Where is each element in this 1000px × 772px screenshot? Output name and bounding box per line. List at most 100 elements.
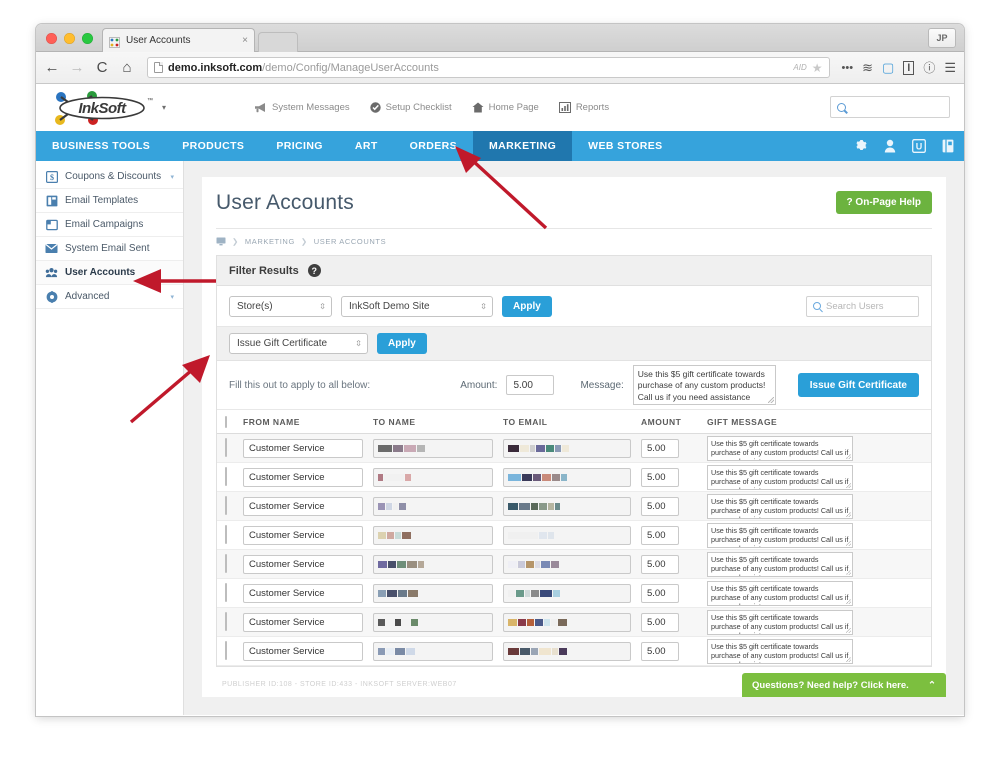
bookmark-star-icon[interactable]: ★ [812, 61, 823, 75]
new-tab-button[interactable] [258, 32, 298, 52]
sidebar-item-advanced[interactable]: Advanced ▾ [36, 285, 183, 309]
help-chat-bar[interactable]: Questions? Need help? Click here. ⌃ [742, 673, 946, 697]
util-reports[interactable]: Reports [558, 102, 609, 113]
table-row[interactable]: Customer Service 5.00 Use this $5 gift cer… [217, 549, 931, 579]
gift-message-textarea[interactable]: Use this $5 gift certificate towards pur… [707, 580, 853, 606]
chevron-down-icon[interactable]: ▾ [170, 173, 174, 181]
table-row[interactable]: Customer Service 5.00 Use this $5 gift cer… [217, 462, 931, 492]
help-icon[interactable]: ? [307, 264, 321, 277]
sidebar-item-email-templates[interactable]: Email Templates [36, 189, 183, 213]
minimize-window-button[interactable] [64, 33, 75, 44]
to-name-input[interactable] [373, 612, 493, 632]
to-name-input[interactable] [373, 525, 493, 545]
to-email-input[interactable] [503, 641, 631, 661]
table-row[interactable]: Customer Service 5.00 Use this $5 gift cer… [217, 636, 931, 666]
to-email-input[interactable] [503, 525, 631, 545]
close-tab-icon[interactable]: × [242, 35, 248, 46]
to-name-input[interactable] [373, 641, 493, 661]
extension-frame-icon[interactable]: ▢ [882, 60, 894, 76]
table-row[interactable]: Customer Service 5.00 Use this $5 gift cer… [217, 607, 931, 637]
maximize-window-button[interactable] [82, 33, 93, 44]
gift-message-textarea[interactable]: Use this $5 gift certificate towards pur… [707, 609, 853, 635]
amount-input[interactable]: 5.00 [641, 641, 679, 661]
search-users-box[interactable]: Search Users [806, 295, 919, 317]
row-checkbox[interactable] [225, 641, 227, 660]
table-row[interactable]: Customer Service 5.00 Use this $5 gift cer… [217, 433, 931, 463]
back-icon[interactable]: ← [44, 60, 60, 75]
bulk-message-textarea[interactable]: Use this $5 gift certificate towards pur… [632, 365, 776, 405]
to-name-input[interactable] [373, 583, 493, 603]
nav-art[interactable]: ART [339, 131, 394, 161]
from-name-input[interactable]: Customer Service [243, 554, 363, 574]
page-info-icon[interactable] [154, 62, 163, 73]
issue-gift-certificate-button[interactable]: Issue Gift Certificate [797, 373, 919, 397]
nav-orders[interactable]: ORDERS [394, 131, 473, 161]
gift-message-textarea[interactable]: Use this $5 gift certificate towards pur… [707, 551, 853, 577]
to-email-input[interactable] [503, 496, 631, 516]
to-name-input[interactable] [373, 438, 493, 458]
inksoft-logo[interactable]: InkSoft ™ ▾ [50, 90, 240, 126]
row-checkbox[interactable] [225, 438, 227, 457]
u-box-icon[interactable]: U [912, 139, 926, 153]
gear-icon[interactable] [854, 139, 868, 153]
amount-input[interactable]: 5.00 [641, 438, 679, 458]
nav-pricing[interactable]: PRICING [260, 131, 339, 161]
notebook-icon[interactable] [942, 139, 954, 153]
chevron-down-icon[interactable]: ▾ [170, 293, 174, 301]
to-email-input[interactable] [503, 438, 631, 458]
gift-message-textarea[interactable]: Use this $5 gift certificate towards pur… [707, 464, 853, 490]
user-icon[interactable] [884, 139, 896, 153]
site-select[interactable]: InkSoft Demo Site [341, 295, 493, 317]
from-name-input[interactable]: Customer Service [243, 496, 363, 516]
from-name-input[interactable]: Customer Service [243, 467, 363, 487]
close-window-button[interactable] [46, 33, 57, 44]
row-checkbox[interactable] [225, 612, 227, 631]
from-name-input[interactable]: Customer Service [243, 612, 363, 632]
amount-input[interactable]: 5.00 [641, 583, 679, 603]
bulk-amount-input[interactable]: 5.00 [506, 375, 555, 395]
header-search-box[interactable] [830, 96, 950, 118]
row-checkbox[interactable] [225, 496, 227, 515]
util-system-messages[interactable]: System Messages [254, 102, 350, 113]
breadcrumb-marketing[interactable]: MARKETING [245, 237, 295, 246]
from-name-input[interactable]: Customer Service [243, 583, 363, 603]
table-row[interactable]: Customer Service 5.00 Use this $5 gift cer… [217, 520, 931, 550]
extension-more-icon[interactable]: ••• [842, 62, 854, 74]
to-email-input[interactable] [503, 467, 631, 487]
from-name-input[interactable]: Customer Service [243, 641, 363, 661]
home-icon[interactable]: ⌂ [119, 60, 135, 75]
table-row[interactable]: Customer Service 5.00 Use this $5 gift cer… [217, 578, 931, 608]
on-page-help-button[interactable]: ? On-Page Help [835, 191, 932, 214]
gift-message-textarea[interactable]: Use this $5 gift certificate towards pur… [707, 435, 853, 461]
to-email-input[interactable] [503, 612, 631, 632]
from-name-input[interactable]: Customer Service [243, 438, 363, 458]
window-controls[interactable] [46, 33, 93, 44]
to-name-input[interactable] [373, 496, 493, 516]
apply-action-button[interactable]: Apply [377, 333, 427, 354]
extension-layers-icon[interactable]: ≋ [862, 60, 873, 76]
sidebar-item-coupons-discounts[interactable]: $ Coupons & Discounts ▾ [36, 165, 183, 189]
store-select[interactable]: Store(s) [229, 295, 332, 317]
chevron-up-icon[interactable]: ⌃ [928, 680, 936, 691]
util-home-page[interactable]: Home Page [472, 102, 539, 113]
forward-icon[interactable]: → [69, 60, 85, 75]
apply-filter-button[interactable]: Apply [502, 295, 552, 317]
from-name-input[interactable]: Customer Service [243, 525, 363, 545]
sidebar-item-user-accounts[interactable]: User Accounts [36, 261, 183, 285]
to-name-input[interactable] [373, 554, 493, 574]
sidebar-item-email-campaigns[interactable]: Email Campaigns [36, 213, 183, 237]
browser-tab[interactable]: User Accounts × [102, 28, 255, 52]
reload-icon[interactable]: C [94, 60, 110, 75]
gift-message-textarea[interactable]: Use this $5 gift certificate towards pur… [707, 638, 853, 664]
to-email-input[interactable] [503, 583, 631, 603]
amount-input[interactable]: 5.00 [641, 612, 679, 632]
address-bar[interactable]: demo.inksoft.com/demo/Config/ManageUserA… [147, 57, 830, 78]
amount-input[interactable]: 5.00 [641, 554, 679, 574]
breadcrumb-user-accounts[interactable]: USER ACCOUNTS [314, 237, 386, 246]
profile-button[interactable]: JP [928, 28, 956, 48]
header-search-input[interactable] [846, 101, 934, 113]
extension-info-icon[interactable]: ⓘ [923, 59, 935, 76]
util-setup-checklist[interactable]: Setup Checklist [369, 102, 452, 113]
amount-input[interactable]: 5.00 [641, 525, 679, 545]
row-checkbox[interactable] [225, 525, 227, 544]
